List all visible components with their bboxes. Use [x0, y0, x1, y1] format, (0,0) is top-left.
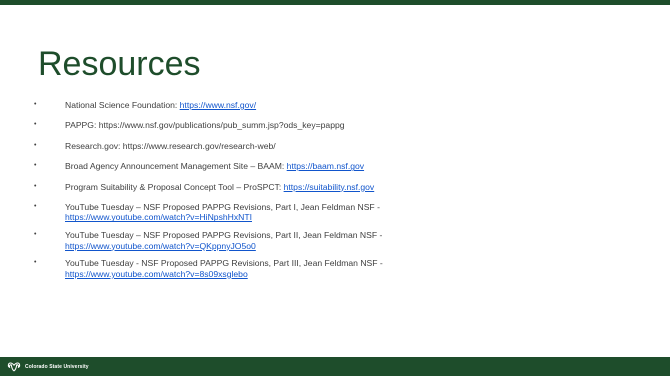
- resource-list: • National Science Foundation: https://w…: [34, 100, 634, 287]
- youtube-part3-link[interactable]: https://www.youtube.com/watch?v=8s09xsgl…: [65, 269, 248, 279]
- slide: Resources • National Science Foundation:…: [0, 0, 670, 376]
- list-item-label: Research.gov: https://www.research.gov/r…: [65, 140, 276, 151]
- list-item-text: YouTube Tuesday – NSF Proposed PAPPG Rev…: [65, 202, 380, 223]
- list-item-label: Broad Agency Announcement Management Sit…: [65, 161, 287, 172]
- bullet-icon: •: [34, 231, 37, 239]
- bullet-icon: •: [34, 162, 37, 170]
- prospct-link[interactable]: https://suitability.nsf.gov: [284, 182, 375, 192]
- list-item-text: YouTube Tuesday - NSF Proposed PAPPG Rev…: [65, 258, 383, 279]
- bullet-icon: •: [34, 259, 37, 267]
- list-item-text: Program Suitability & Proposal Concept T…: [65, 182, 374, 192]
- list-item-text: National Science Foundation: https://www…: [65, 100, 256, 110]
- bullet-icon: •: [34, 141, 37, 149]
- baam-link[interactable]: https://baam.nsf.gov: [287, 161, 364, 171]
- list-item: • PAPPG: https://www.nsf.gov/publication…: [34, 120, 634, 130]
- list-item: • Broad Agency Announcement Management S…: [34, 161, 634, 171]
- list-item: • Program Suitability & Proposal Concept…: [34, 182, 634, 192]
- youtube-part2-link[interactable]: https://www.youtube.com/watch?v=QKppnyJO…: [65, 241, 256, 251]
- bullet-icon: •: [34, 101, 37, 108]
- nsf-link[interactable]: https://www.nsf.gov/: [180, 100, 256, 110]
- top-accent-bar: [0, 0, 670, 5]
- university-logo: Colorado State University: [7, 361, 89, 373]
- csu-ram-logo-icon: [7, 361, 21, 371]
- list-item-label: Program Suitability & Proposal Concept T…: [65, 181, 284, 192]
- university-name: Colorado State University: [25, 363, 89, 370]
- list-item-label: PAPPG: https://www.nsf.gov/publications/…: [65, 120, 345, 131]
- list-item-text: YouTube Tuesday – NSF Proposed PAPPG Rev…: [65, 230, 382, 251]
- list-item: • Research.gov: https://www.research.gov…: [34, 141, 634, 151]
- list-item-label: YouTube Tuesday - NSF Proposed PAPPG Rev…: [65, 258, 383, 269]
- list-item: • YouTube Tuesday – NSF Proposed PAPPG R…: [34, 230, 634, 251]
- list-item-label: YouTube Tuesday – NSF Proposed PAPPG Rev…: [65, 230, 383, 241]
- youtube-part1-link[interactable]: https://www.youtube.com/watch?v=HiNpshHx…: [65, 212, 252, 222]
- list-item-label: YouTube Tuesday – NSF Proposed PAPPG Rev…: [65, 202, 380, 213]
- bullet-icon: •: [34, 203, 37, 211]
- list-item-label: National Science Foundation:: [65, 100, 180, 110]
- list-item: • YouTube Tuesday – NSF Proposed PAPPG R…: [34, 202, 634, 223]
- list-item-text: Broad Agency Announcement Management Sit…: [65, 161, 364, 171]
- slide-title: Resources: [38, 45, 201, 83]
- list-item: • National Science Foundation: https://w…: [34, 100, 634, 110]
- bullet-icon: •: [34, 182, 37, 190]
- list-item: • YouTube Tuesday - NSF Proposed PAPPG R…: [34, 258, 634, 279]
- footer-bar: Colorado State University: [0, 357, 670, 376]
- bullet-icon: •: [34, 121, 37, 129]
